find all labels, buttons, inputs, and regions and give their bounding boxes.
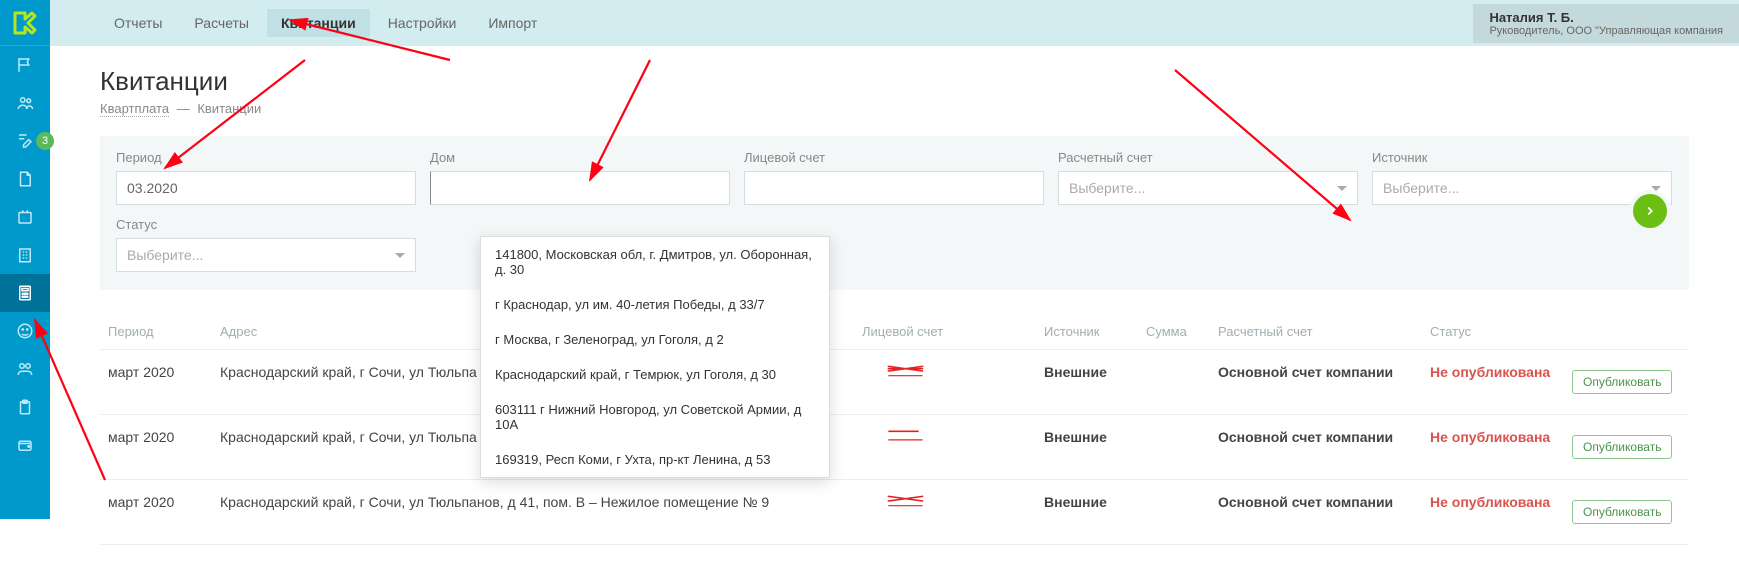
house-option[interactable]: 603111 г Нижний Новгород, ул Советской А…: [481, 392, 829, 442]
cell-bank: Основной счет компании: [1218, 429, 1418, 445]
page-title: Квитанции: [100, 66, 1689, 97]
filter-status-label: Статус: [116, 217, 416, 232]
nav-group-icon[interactable]: [0, 350, 50, 388]
nav-building-icon[interactable]: [0, 236, 50, 274]
th-period: Период: [108, 324, 208, 339]
filter-bank-select[interactable]: Выберите...: [1058, 171, 1358, 205]
topbar: Отчеты Расчеты Квитанции Настройки Импор…: [50, 0, 1739, 46]
nav-calculator-icon[interactable]: [0, 274, 50, 312]
th-status: Статус: [1430, 324, 1560, 339]
user-role: Руководитель, ООО "Управляющая компания: [1489, 25, 1723, 37]
breadcrumb: Квартплата — Квитанции: [100, 101, 1689, 116]
filter-house-input[interactable]: [430, 171, 730, 205]
filter-period-label: Период: [116, 150, 416, 165]
nav-wallet-icon[interactable]: [0, 426, 50, 464]
topnav-import[interactable]: Импорт: [474, 9, 551, 37]
cell-address: Краснодарский край, г Сочи, ул Тюльпанов…: [220, 494, 850, 510]
chevron-right-icon: [1643, 204, 1657, 218]
logo[interactable]: [0, 0, 50, 46]
cell-bank: Основной счет компании: [1218, 494, 1418, 510]
house-option[interactable]: 141800, Московская обл, г. Дмитров, ул. …: [481, 237, 829, 287]
house-dropdown: 141800, Московская обл, г. Дмитров, ул. …: [480, 236, 830, 478]
house-option[interactable]: г Краснодар, ул им. 40-летия Победы, д 3…: [481, 287, 829, 322]
cell-account-redacted: [862, 364, 1032, 400]
table-row: март 2020 Краснодарский край, г Сочи, ул…: [100, 480, 1689, 545]
receipts-table: Период Адрес Лицевой счет Источник Сумма…: [100, 314, 1689, 545]
nav-edit-icon[interactable]: 3: [0, 122, 50, 160]
topnav-settings[interactable]: Настройки: [374, 9, 471, 37]
table-row: март 2020 Краснодарский край, г Сочи, ул…: [100, 350, 1689, 415]
topnav: Отчеты Расчеты Квитанции Настройки Импор…: [100, 9, 551, 37]
table-header: Период Адрес Лицевой счет Источник Сумма…: [100, 314, 1689, 350]
filter-status-select[interactable]: Выберите...: [116, 238, 416, 272]
cell-period: март 2020: [108, 364, 208, 380]
filter-bank-label: Расчетный счет: [1058, 150, 1358, 165]
nav-clipboard-icon[interactable]: [0, 388, 50, 426]
table-row: март 2020 Краснодарский край, г Сочи, ул…: [100, 415, 1689, 480]
cell-status: Не опубликована: [1430, 364, 1560, 380]
nav-file-icon[interactable]: [0, 160, 50, 198]
cell-status: Не опубликована: [1430, 429, 1560, 445]
apply-filters-button[interactable]: [1633, 194, 1667, 228]
topnav-calculations[interactable]: Расчеты: [180, 9, 263, 37]
th-source: Источник: [1044, 324, 1134, 339]
page-content: Квитанции Квартплата — Квитанции Период …: [50, 46, 1739, 565]
left-sidebar: 3: [0, 0, 50, 519]
topnav-reports[interactable]: Отчеты: [100, 9, 176, 37]
breadcrumb-root[interactable]: Квартплата: [100, 101, 169, 117]
nav-smiley-icon[interactable]: [0, 312, 50, 350]
cell-account-redacted: [862, 494, 1032, 530]
cell-source: Внешние: [1044, 494, 1134, 510]
publish-button[interactable]: Опубликовать: [1572, 435, 1672, 459]
filter-account-input[interactable]: [744, 171, 1044, 205]
cell-account-redacted: [862, 429, 1032, 465]
cell-period: март 2020: [108, 494, 208, 510]
th-sum: Сумма: [1146, 324, 1206, 339]
user-name: Наталия Т. Б.: [1489, 10, 1723, 25]
cell-source: Внешние: [1044, 429, 1134, 445]
house-option[interactable]: Краснодарский край, г Темрюк, ул Гоголя,…: [481, 357, 829, 392]
filter-period-input[interactable]: [116, 171, 416, 205]
nav-survey-icon[interactable]: [0, 198, 50, 236]
topnav-receipts[interactable]: Квитанции: [267, 9, 370, 37]
filter-panel: Период Дом Лицевой счет Расчетный счет В…: [100, 136, 1689, 290]
th-account: Лицевой счет: [862, 324, 1032, 339]
nav-users-icon[interactable]: [0, 84, 50, 122]
nav-flag-icon[interactable]: [0, 46, 50, 84]
cell-source: Внешние: [1044, 364, 1134, 380]
nav-badge: 3: [36, 132, 54, 150]
cell-period: март 2020: [108, 429, 208, 445]
th-bank: Расчетный счет: [1218, 324, 1418, 339]
cell-bank: Основной счет компании: [1218, 364, 1418, 380]
user-box[interactable]: Наталия Т. Б. Руководитель, ООО "Управля…: [1473, 4, 1739, 43]
publish-button[interactable]: Опубликовать: [1572, 500, 1672, 524]
publish-button[interactable]: Опубликовать: [1572, 370, 1672, 394]
house-option[interactable]: г Москва, г Зеленоград, ул Гоголя, д 2: [481, 322, 829, 357]
filter-source-select[interactable]: Выберите...: [1372, 171, 1672, 205]
breadcrumb-current: Квитанции: [197, 101, 261, 116]
house-option[interactable]: 169319, Респ Коми, г Ухта, пр-кт Ленина,…: [481, 442, 829, 477]
filter-house-label: Дом: [430, 150, 730, 165]
filter-account-label: Лицевой счет: [744, 150, 1044, 165]
filter-source-label: Источник: [1372, 150, 1672, 165]
cell-status: Не опубликована: [1430, 494, 1560, 510]
